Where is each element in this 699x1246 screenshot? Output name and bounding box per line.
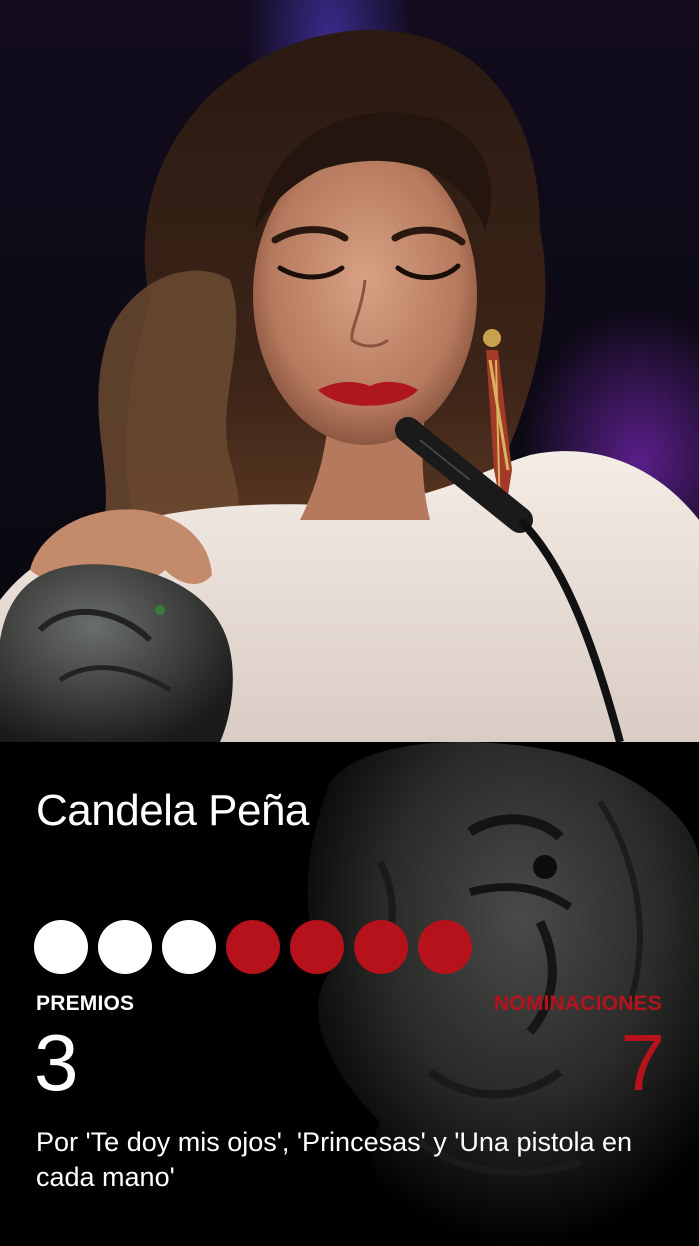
award-card: Candela Peña PREMIOS 3 NOMINACIONES 7 Po… bbox=[0, 0, 699, 1246]
info-panel: Candela Peña PREMIOS 3 NOMINACIONES 7 Po… bbox=[0, 742, 699, 1246]
nomination-dot bbox=[354, 920, 408, 974]
nomination-dot bbox=[290, 920, 344, 974]
award-won-dot bbox=[34, 920, 88, 974]
nominations-count: 7 bbox=[620, 1018, 666, 1107]
award-won-dot bbox=[98, 920, 152, 974]
award-won-dot bbox=[162, 920, 216, 974]
photo-illustration bbox=[0, 29, 699, 742]
awards-label: PREMIOS bbox=[36, 992, 135, 1015]
winner-photo bbox=[0, 0, 699, 742]
films-description: Por 'Te doy mis ojos', 'Princesas' y 'Un… bbox=[36, 1127, 633, 1192]
nomination-dot bbox=[418, 920, 472, 974]
winner-name: Candela Peña bbox=[36, 786, 309, 835]
awards-count: 3 bbox=[34, 1018, 79, 1107]
nomination-dot bbox=[226, 920, 280, 974]
nominations-label: NOMINACIONES bbox=[493, 992, 662, 1015]
award-dots bbox=[34, 920, 472, 974]
